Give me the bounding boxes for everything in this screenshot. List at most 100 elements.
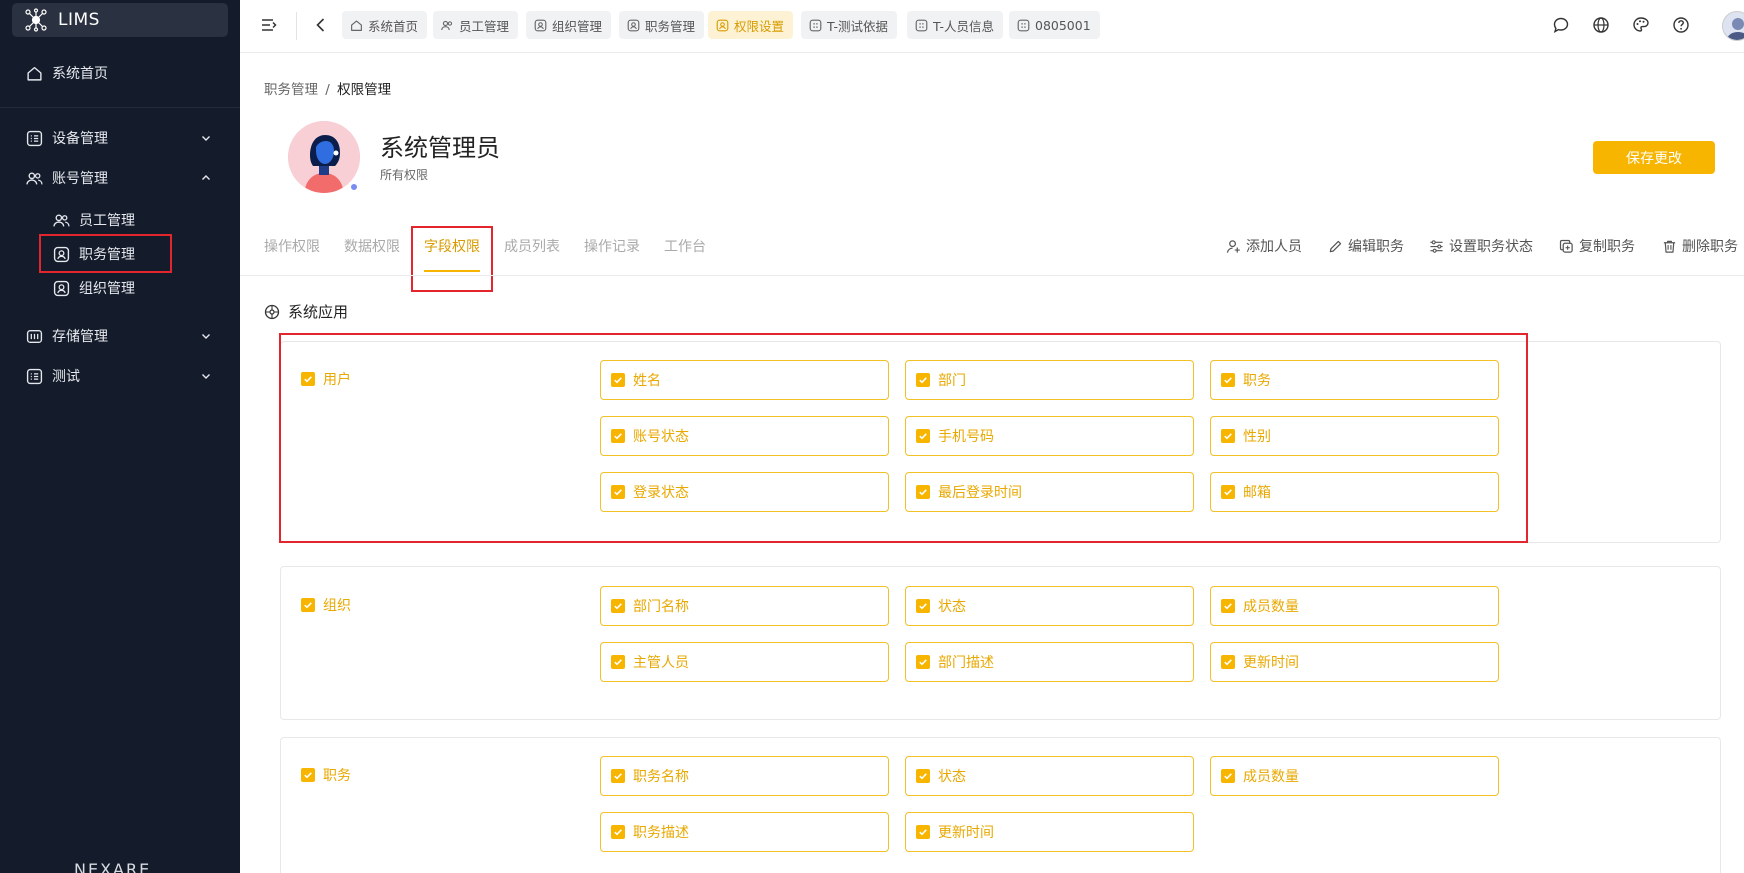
breadcrumb-parent[interactable]: 职务管理 [264, 82, 318, 98]
field-checkbox[interactable]: 职务描述 [600, 812, 889, 852]
field-checkbox[interactable]: 主管人员 [600, 642, 889, 682]
checkbox-checked-icon [611, 655, 625, 669]
tag-label: 0805001 [1035, 17, 1091, 33]
id-badge-icon [716, 19, 729, 32]
field-checkbox[interactable]: 更新时间 [905, 812, 1194, 852]
tab-member-list[interactable]: 成员列表 [504, 236, 560, 256]
field-label: 部门描述 [938, 655, 994, 671]
user-avatar[interactable] [1722, 11, 1744, 41]
app-logo[interactable]: LIMS [12, 3, 228, 37]
pencil-icon [1328, 239, 1343, 254]
tag-label: 系统首页 [368, 18, 419, 34]
storage-icon [26, 328, 43, 345]
field-label: 职务名称 [633, 769, 689, 785]
field-checkbox[interactable]: 成员数量 [1210, 756, 1499, 796]
tag-label: 权限设置 [734, 18, 785, 34]
id-badge-icon [534, 19, 547, 32]
menu-fold-icon[interactable] [260, 16, 278, 34]
grid-list-icon [26, 130, 43, 147]
edit-position-button[interactable]: 编辑职务 [1328, 236, 1404, 256]
sidebar-divider [0, 107, 240, 108]
chevron-up-icon [200, 172, 212, 184]
checkbox-checked-icon [611, 825, 625, 839]
tag-label: 组织管理 [552, 18, 603, 34]
palette-icon[interactable] [1632, 16, 1650, 34]
sidebar-item-label: 存储管理 [52, 329, 108, 345]
users-icon [26, 170, 43, 187]
back-arrow-icon[interactable] [312, 16, 330, 34]
copy-position-button[interactable]: 复制职务 [1559, 236, 1635, 256]
add-user-icon [1226, 239, 1241, 254]
id-badge-icon [627, 19, 640, 32]
field-checkbox[interactable]: 状态 [905, 756, 1194, 796]
main-content: 职务管理 / 权限管理 系统管理员 所有权限 保存更改 操作权限 数据权限 字段… [240, 53, 1744, 873]
tab-tag-home[interactable]: 系统首页 [342, 11, 428, 39]
field-label: 状态 [938, 599, 966, 615]
sliders-icon [1429, 239, 1444, 254]
tab-tag-0805001[interactable]: 0805001 [1009, 11, 1100, 39]
help-icon[interactable] [1672, 16, 1690, 34]
field-checkbox[interactable]: 成员数量 [1210, 586, 1499, 626]
save-changes-button[interactable]: 保存更改 [1593, 141, 1715, 174]
field-label: 主管人员 [633, 655, 689, 671]
grid-list-icon [26, 368, 43, 385]
field-label: 成员数量 [1243, 599, 1299, 615]
field-checkbox[interactable]: 职务名称 [600, 756, 889, 796]
checkbox-checked-icon [916, 769, 930, 783]
set-position-status-button[interactable]: 设置职务状态 [1429, 236, 1533, 256]
grid-icon [809, 19, 822, 32]
tab-operation-log[interactable]: 操作记录 [584, 236, 640, 256]
tab-tag-positions[interactable]: 职务管理 [619, 11, 705, 39]
section-title: 系统应用 [264, 301, 348, 322]
tab-data-permissions[interactable]: 数据权限 [344, 236, 400, 256]
chat-bubble-icon[interactable] [1552, 16, 1570, 34]
field-checkbox[interactable]: 部门描述 [905, 642, 1194, 682]
users-icon [441, 19, 454, 32]
delete-position-button[interactable]: 删除职务 [1662, 236, 1738, 256]
field-checkbox[interactable]: 状态 [905, 586, 1194, 626]
sidebar-item-test[interactable]: 测试 [0, 358, 240, 394]
chevron-down-icon [200, 132, 212, 144]
field-checkbox[interactable]: 更新时间 [1210, 642, 1499, 682]
section-title-label: 系统应用 [288, 303, 349, 321]
group-label: 组织 [323, 598, 351, 614]
checkbox-checked-icon [301, 598, 315, 612]
sidebar-item-home[interactable]: 系统首页 [0, 55, 240, 91]
add-member-button[interactable]: 添加人员 [1226, 236, 1302, 256]
tag-label: 职务管理 [645, 18, 696, 34]
sidebar-item-organization[interactable]: 组织管理 [0, 270, 240, 306]
checkbox-checked-icon [1221, 655, 1235, 669]
field-checkbox[interactable]: 部门名称 [600, 586, 889, 626]
sidebar-item-accounts[interactable]: 账号管理 [0, 160, 240, 196]
tab-tag-permissions[interactable]: 权限设置 [708, 11, 794, 39]
chevron-down-icon [200, 330, 212, 342]
tab-tag-test-basis[interactable]: T-测试依据 [801, 11, 897, 39]
role-title: 系统管理员 [380, 134, 500, 162]
tag-label: T-人员信息 [933, 18, 994, 34]
tab-operation-permissions[interactable]: 操作权限 [264, 236, 320, 256]
tag-label: 员工管理 [459, 18, 510, 34]
sidebar-item-storage[interactable]: 存储管理 [0, 318, 240, 354]
action-label: 复制职务 [1579, 239, 1635, 255]
sidebar-item-employees[interactable]: 员工管理 [0, 202, 240, 238]
sidebar-item-label: 员工管理 [79, 213, 135, 229]
grid-icon [1017, 19, 1030, 32]
globe-icon[interactable] [1592, 16, 1610, 34]
group-checkbox-organization[interactable]: 组织 [301, 595, 351, 615]
tab-tag-employees[interactable]: 员工管理 [433, 11, 519, 39]
sidebar-item-label: 账号管理 [52, 171, 108, 187]
checkbox-checked-icon [1221, 769, 1235, 783]
checkbox-checked-icon [916, 825, 930, 839]
home-icon [26, 65, 43, 82]
network-logo-icon [24, 8, 48, 32]
tab-workbench[interactable]: 工作台 [664, 236, 706, 256]
tab-tag-personnel-info[interactable]: T-人员信息 [907, 11, 1003, 39]
sidebar-item-equipment[interactable]: 设备管理 [0, 120, 240, 156]
checkbox-checked-icon [301, 768, 315, 782]
field-label: 更新时间 [1243, 655, 1299, 671]
tab-tag-organization[interactable]: 组织管理 [526, 11, 612, 39]
checkbox-checked-icon [916, 599, 930, 613]
sidebar-item-label: 测试 [52, 369, 80, 385]
topbar-divider [296, 12, 297, 40]
group-checkbox-positions[interactable]: 职务 [301, 765, 351, 785]
